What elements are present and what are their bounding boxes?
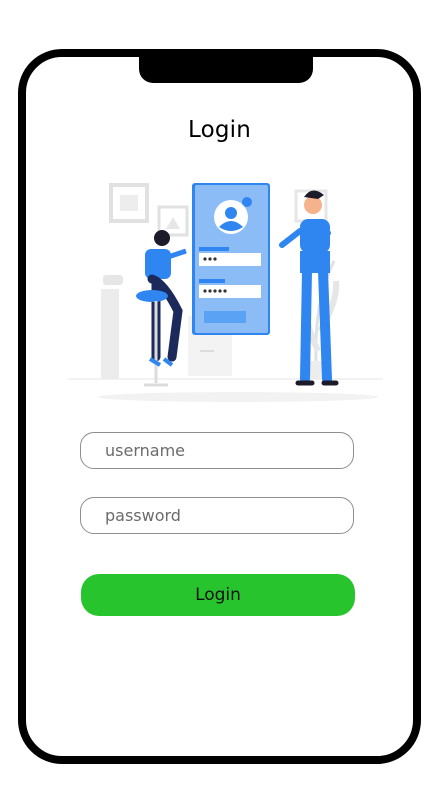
page-title: Login	[187, 117, 252, 143]
login-button[interactable]: Login	[81, 574, 355, 616]
username-input[interactable]	[80, 432, 354, 469]
login-screen-illustration	[192, 183, 270, 335]
password-input[interactable]	[80, 497, 354, 534]
password-dots-icon	[203, 257, 217, 261]
phone-notch	[139, 55, 313, 83]
phone-frame: Login username Login	[18, 49, 421, 764]
login-illustration	[68, 181, 383, 402]
